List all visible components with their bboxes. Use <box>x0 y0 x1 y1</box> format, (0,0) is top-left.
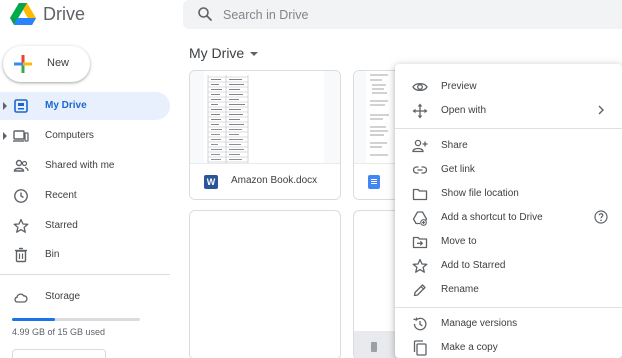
file-card-footer: W Amazon Book.docx <box>190 163 340 199</box>
sidebar-item-label: Starred <box>45 220 78 231</box>
storage-usage-text: 4.99 GB of 15 GB used <box>12 327 106 337</box>
menu-item-label: Show file location <box>441 188 519 199</box>
new-button-label: New <box>47 57 70 69</box>
search-input[interactable] <box>223 0 603 29</box>
shortcut-icon <box>412 211 428 226</box>
star-icon <box>412 258 428 273</box>
person-add-icon <box>412 139 428 153</box>
copy-icon <box>413 340 427 356</box>
trash-icon <box>15 247 27 263</box>
storage-usage-fill <box>12 318 55 321</box>
menu-item-label: Move to <box>441 236 477 247</box>
expand-caret-icon[interactable] <box>3 132 7 140</box>
menu-item-get-link[interactable]: Get link <box>395 159 622 181</box>
sidebar-item-label: Storage <box>45 291 81 302</box>
pencil-icon <box>413 284 426 297</box>
move-arrows-icon <box>412 103 428 119</box>
app-title: Drive <box>43 4 86 24</box>
search-icon[interactable] <box>197 6 213 22</box>
google-docs-icon <box>368 175 380 189</box>
sidebar-item-label: Bin <box>45 249 60 260</box>
menu-divider <box>395 128 622 129</box>
context-menu: Preview Open with Share Get link Show fi… <box>395 64 622 358</box>
file-type-icon <box>371 342 377 352</box>
file-thumbnail <box>190 71 340 165</box>
storage-usage-bar <box>12 318 140 321</box>
sidebar: New My Drive Computers Shared with me Re… <box>0 38 178 358</box>
menu-item-label: Get link <box>441 164 475 175</box>
sidebar-item-label: Shared with me <box>45 160 115 171</box>
file-name: Amazon Book.docx <box>231 175 318 186</box>
sidebar-item-recent[interactable]: Recent <box>0 182 170 210</box>
menu-item-label: Add a shortcut to Drive <box>441 212 543 223</box>
menu-divider <box>395 307 622 308</box>
menu-item-move-to[interactable]: Move to <box>395 231 622 253</box>
menu-item-share[interactable]: Share <box>395 135 622 157</box>
my-drive-icon <box>14 99 28 113</box>
search-bar[interactable] <box>183 0 622 29</box>
sidebar-item-my-drive[interactable]: My Drive <box>0 92 170 120</box>
sidebar-item-label: Recent <box>45 190 77 201</box>
menu-item-label: Preview <box>441 81 477 92</box>
menu-item-label: Add to Starred <box>441 260 506 271</box>
file-card[interactable]: W Amazon Book.docx <box>189 70 341 200</box>
menu-item-show-file-location[interactable]: Show file location <box>395 183 622 205</box>
file-card[interactable] <box>189 210 341 358</box>
menu-item-label: Rename <box>441 284 479 295</box>
menu-item-preview[interactable]: Preview <box>395 76 622 98</box>
menu-item-add-to-starred[interactable]: Add to Starred <box>395 255 622 277</box>
sidebar-item-starred[interactable]: Starred <box>0 212 170 240</box>
cloud-icon <box>14 293 28 303</box>
menu-item-make-a-copy[interactable]: Make a copy <box>395 337 622 358</box>
word-file-icon: W <box>204 175 218 189</box>
history-icon <box>413 317 427 331</box>
chevron-right-icon <box>598 105 604 115</box>
google-drive-logo[interactable] <box>10 2 36 26</box>
eye-icon <box>412 82 428 92</box>
link-icon <box>412 166 428 174</box>
sidebar-item-computers[interactable]: Computers <box>0 122 170 150</box>
shared-icon <box>13 159 29 172</box>
clock-icon <box>14 189 28 203</box>
menu-item-rename[interactable]: Rename <box>395 279 622 301</box>
chevron-down-icon[interactable] <box>250 52 258 56</box>
menu-item-label: Make a copy <box>441 342 498 353</box>
move-to-icon <box>412 236 428 249</box>
computers-icon <box>13 130 29 142</box>
menu-item-add-shortcut[interactable]: Add a shortcut to Drive <box>395 207 622 229</box>
menu-item-label: Share <box>441 140 468 151</box>
sidebar-item-storage[interactable]: Storage <box>0 283 170 311</box>
menu-item-label: Manage versions <box>441 318 518 329</box>
document-preview <box>204 71 324 165</box>
buy-storage-button[interactable] <box>12 349 106 358</box>
sidebar-item-bin[interactable]: Bin <box>0 241 170 269</box>
breadcrumb[interactable]: My Drive <box>189 45 244 61</box>
folder-icon <box>412 188 428 201</box>
menu-item-open-with[interactable]: Open with <box>395 100 622 122</box>
sidebar-divider <box>0 274 170 275</box>
sidebar-item-shared-with-me[interactable]: Shared with me <box>0 152 170 180</box>
plus-icon <box>14 55 32 73</box>
app-header: Drive <box>0 0 622 34</box>
sidebar-item-label: My Drive <box>45 100 87 111</box>
star-icon <box>13 218 29 233</box>
expand-caret-icon[interactable] <box>3 102 7 110</box>
menu-item-label: Open with <box>441 105 487 116</box>
menu-item-manage-versions[interactable]: Manage versions <box>395 313 622 335</box>
help-icon[interactable] <box>594 210 608 224</box>
new-button[interactable]: New <box>3 46 90 82</box>
sidebar-item-label: Computers <box>45 130 94 141</box>
